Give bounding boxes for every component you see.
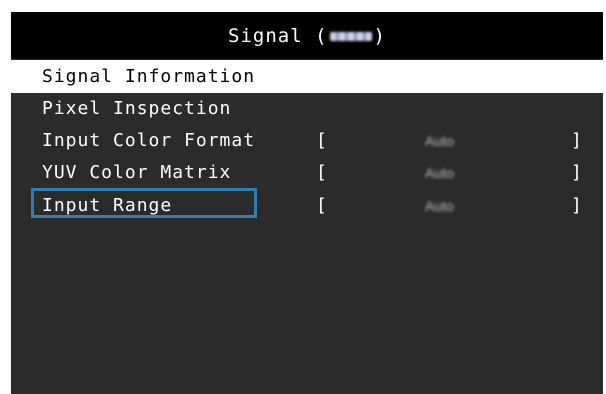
value-close-bracket: ] <box>571 130 582 151</box>
value-open-bracket: [ <box>316 162 327 183</box>
osd-menu-panel: Signal () Signal Information Pixel Inspe… <box>11 12 603 394</box>
focus-highlight-box <box>31 188 257 218</box>
menu-title-bar: Signal () <box>11 12 603 59</box>
menu-item-label: Pixel Inspection <box>42 98 232 119</box>
menu-item-label: Signal Information <box>42 66 256 87</box>
value-close-bracket: ] <box>571 195 582 216</box>
value-close-bracket: ] <box>571 162 582 183</box>
menu-item-pixel-inspection[interactable]: Pixel Inspection <box>11 92 603 125</box>
menu-title-prefix: Signal ( <box>228 25 328 47</box>
value-open-bracket: [ <box>316 195 327 216</box>
menu-item-yuv-color-matrix[interactable]: YUV Color Matrix [ Auto ] <box>11 156 603 189</box>
setting-value: Auto <box>425 133 454 149</box>
value-open-bracket: [ <box>316 130 327 151</box>
menu-title-suffix: ) <box>373 25 386 47</box>
menu-item-signal-information[interactable]: Signal Information <box>11 60 603 93</box>
menu-item-label: Input Color Format <box>42 130 256 151</box>
menu-title: Signal () <box>11 24 603 48</box>
menu-item-input-color-format[interactable]: Input Color Format [ Auto ] <box>11 124 603 157</box>
setting-value: Auto <box>425 165 454 181</box>
redacted-text-icon <box>329 32 372 41</box>
setting-value: Auto <box>425 198 454 214</box>
menu-item-label: YUV Color Matrix <box>42 162 232 183</box>
